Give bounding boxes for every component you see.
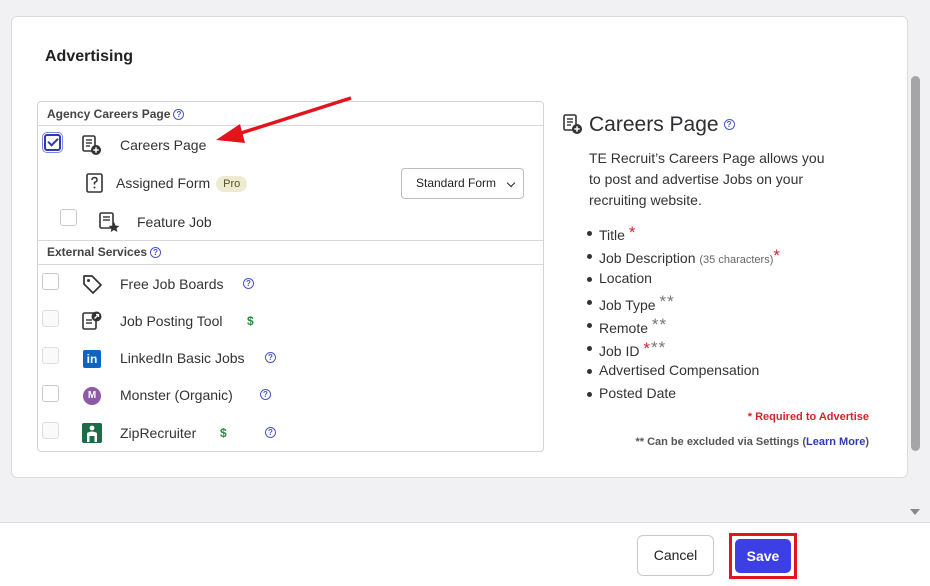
list-item: Title * (587, 221, 780, 244)
careers-page-checkbox[interactable] (42, 132, 63, 153)
free-job-boards-checkbox[interactable] (42, 273, 59, 290)
list-item: Remote ** (587, 313, 780, 336)
list-item: Job ID *** (587, 336, 780, 359)
field-label: Remote (599, 320, 649, 336)
linkedin-icon: in (83, 350, 101, 368)
field-label: Posted Date (599, 385, 677, 401)
document-add-icon (563, 114, 582, 134)
assigned-form-label: Assigned Form (116, 175, 211, 191)
careers-page-label: Careers Page (120, 137, 207, 153)
ziprecruiter-icon (82, 423, 102, 443)
external-service-row: in LinkedIn Basic Jobs ? (38, 339, 543, 375)
field-label: Advertised Compensation (599, 362, 760, 378)
pro-badge: Pro (216, 176, 248, 192)
info-title-text: Careers Page (589, 113, 719, 136)
ziprecruiter-checkbox[interactable] (42, 422, 59, 439)
paid-indicator: $ (220, 426, 227, 440)
agency-careers-header: Agency Careers Page? (38, 102, 543, 126)
help-icon[interactable]: ? (265, 352, 276, 363)
list-item: Advertised Compensation (587, 359, 780, 382)
external-services-header: External Services? (38, 240, 543, 264)
field-label: Job Description (599, 250, 696, 266)
help-icon[interactable]: ? (265, 427, 276, 438)
external-services-header-label: External Services (47, 245, 148, 259)
tag-icon (83, 275, 102, 294)
monster-checkbox[interactable] (42, 385, 59, 402)
form-select-value: Standard Form (416, 176, 497, 190)
help-icon[interactable]: ? (723, 119, 735, 130)
field-label: Job ID (599, 343, 640, 359)
list-item: Posted Date (587, 382, 780, 405)
field-label: Job Type (599, 297, 656, 313)
save-button[interactable]: Save (735, 539, 791, 573)
field-label: Title (599, 227, 625, 243)
form-question-icon (86, 173, 103, 193)
optional-marker: ** (659, 292, 675, 311)
careers-page-row: Careers Page (38, 126, 543, 162)
exclude-note-suffix: ) (865, 436, 869, 448)
assigned-form-text: Assigned Form Pro (116, 175, 248, 192)
external-post-icon (82, 311, 102, 330)
help-icon[interactable]: ? (260, 389, 271, 400)
section-title: Advertising (45, 48, 134, 65)
footer-bar: Cancel Save (0, 522, 930, 586)
cancel-button[interactable]: Cancel (637, 535, 714, 576)
info-description: TE Recruit’s Careers Page allows you to … (589, 150, 825, 208)
list-item: Location (587, 267, 780, 290)
external-service-row: Free Job Boards ? (38, 265, 543, 301)
scrollbar-thumb[interactable] (911, 76, 920, 451)
required-marker: * (643, 339, 651, 358)
form-select[interactable]: Standard Form (401, 168, 524, 199)
field-label: Location (599, 270, 652, 286)
chevron-down-icon (506, 178, 516, 188)
external-service-row: ZipRecruiter $ ? (38, 414, 543, 450)
job-posting-tool-checkbox[interactable] (42, 310, 59, 327)
paid-indicator: $ (247, 314, 254, 328)
required-note: * Required to Advertise (747, 411, 869, 423)
service-label: ZipRecruiter (120, 425, 197, 441)
feature-job-row: Feature Job (38, 202, 543, 238)
service-label: LinkedIn Basic Jobs (120, 350, 245, 366)
scroll-down-arrow-icon[interactable] (910, 509, 920, 515)
feature-job-label: Feature Job (137, 214, 212, 230)
linkedin-checkbox[interactable] (42, 347, 59, 364)
document-add-icon (82, 135, 101, 155)
required-marker: * (773, 246, 780, 265)
field-note: (35 characters) (699, 254, 774, 266)
monster-icon: M (83, 387, 101, 405)
agency-careers-header-label: Agency Careers Page (47, 107, 171, 121)
settings-scroll-area: Advertising Agency Careers Page? Careers… (0, 0, 930, 522)
feature-job-checkbox[interactable] (60, 209, 77, 226)
external-service-row: Job Posting Tool $ (38, 302, 543, 338)
advertising-card: Advertising Agency Careers Page? Careers… (11, 16, 908, 478)
service-label: Monster (Organic) (120, 387, 233, 403)
exclude-note: ** Can be excluded via Settings (Learn M… (635, 436, 869, 448)
service-label: Job Posting Tool (120, 313, 223, 329)
document-star-icon (99, 212, 120, 232)
info-title: Careers Page? (589, 113, 735, 137)
required-marker: * (628, 223, 636, 242)
help-icon[interactable]: ? (150, 247, 162, 259)
optional-marker: ** (651, 315, 668, 334)
help-icon[interactable]: ? (243, 278, 254, 289)
help-icon[interactable]: ? (173, 109, 185, 121)
required-fields-list: Title * Job Description (35 characters)*… (587, 221, 780, 405)
external-service-row: M Monster (Organic) ? (38, 377, 543, 413)
service-label: Free Job Boards (120, 276, 224, 292)
list-item: Job Description (35 characters)* (587, 244, 780, 267)
list-item: Job Type ** (587, 290, 780, 313)
advertising-options-panel: Agency Careers Page? Careers Page Assign… (37, 101, 544, 452)
optional-marker: ** (650, 338, 667, 357)
learn-more-link[interactable]: Learn More (806, 436, 865, 448)
exclude-note-prefix: ** Can be excluded via Settings ( (635, 436, 807, 448)
